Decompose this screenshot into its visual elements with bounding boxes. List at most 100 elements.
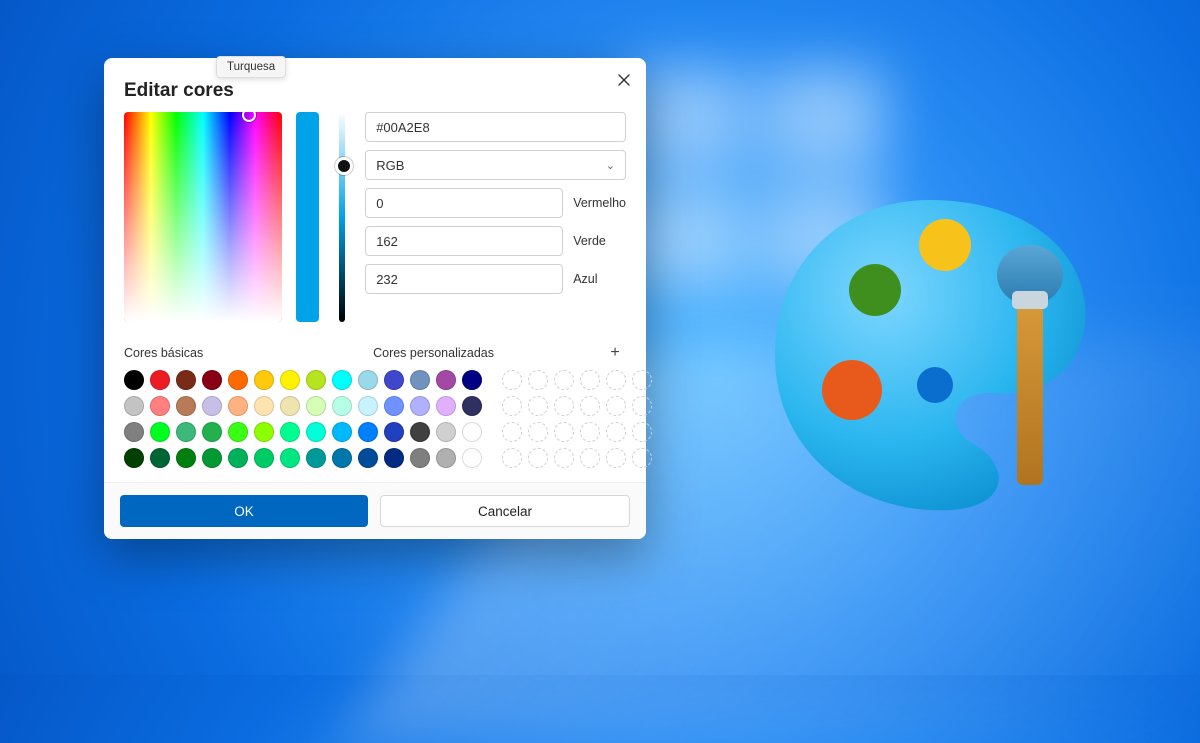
basic-color-swatch[interactable] (254, 422, 274, 442)
custom-color-slot[interactable] (502, 396, 522, 416)
color-tooltip: Turquesa (216, 56, 286, 78)
basic-color-swatch[interactable] (358, 448, 378, 468)
basic-color-swatch[interactable] (280, 396, 300, 416)
basic-color-swatch[interactable] (176, 370, 196, 390)
basic-color-swatch[interactable] (254, 448, 274, 468)
custom-color-slot[interactable] (606, 396, 626, 416)
custom-color-slot[interactable] (606, 370, 626, 390)
lightness-thumb[interactable] (335, 157, 353, 175)
basic-color-swatch[interactable] (150, 370, 170, 390)
basic-color-swatch[interactable] (306, 448, 326, 468)
custom-colors-grid (502, 370, 652, 468)
lightness-slider[interactable] (339, 112, 346, 322)
red-input[interactable] (365, 188, 563, 218)
basic-color-swatch[interactable] (462, 396, 482, 416)
custom-color-slot[interactable] (606, 448, 626, 468)
basic-color-swatch[interactable] (202, 422, 222, 442)
custom-colors-label: Cores personalizadas (373, 346, 494, 360)
basic-color-swatch[interactable] (358, 422, 378, 442)
basic-color-swatch[interactable] (202, 396, 222, 416)
basic-color-swatch[interactable] (176, 422, 196, 442)
basic-color-swatch[interactable] (150, 448, 170, 468)
custom-color-slot[interactable] (502, 422, 522, 442)
color-mode-value: RGB (376, 158, 404, 173)
custom-color-slot[interactable] (632, 448, 652, 468)
custom-color-slot[interactable] (632, 370, 652, 390)
basic-color-swatch[interactable] (462, 370, 482, 390)
basic-color-swatch[interactable] (124, 448, 144, 468)
custom-color-slot[interactable] (554, 448, 574, 468)
custom-color-slot[interactable] (580, 448, 600, 468)
custom-color-slot[interactable] (502, 370, 522, 390)
ok-button[interactable]: OK (120, 495, 368, 527)
basic-color-swatch[interactable] (150, 422, 170, 442)
basic-color-swatch[interactable] (306, 422, 326, 442)
basic-color-swatch[interactable] (124, 396, 144, 416)
basic-color-swatch[interactable] (436, 448, 456, 468)
basic-color-swatch[interactable] (410, 422, 430, 442)
chevron-down-icon: ⌄ (606, 159, 615, 172)
basic-color-swatch[interactable] (384, 396, 404, 416)
basic-color-swatch[interactable] (358, 370, 378, 390)
basic-color-swatch[interactable] (150, 396, 170, 416)
basic-color-swatch[interactable] (410, 448, 430, 468)
custom-color-slot[interactable] (502, 448, 522, 468)
basic-color-swatch[interactable] (176, 448, 196, 468)
hex-input[interactable] (365, 112, 626, 142)
custom-color-slot[interactable] (632, 422, 652, 442)
custom-color-slot[interactable] (528, 422, 548, 442)
basic-color-swatch[interactable] (124, 422, 144, 442)
basic-color-swatch[interactable] (202, 370, 222, 390)
basic-color-swatch[interactable] (436, 370, 456, 390)
custom-color-slot[interactable] (580, 422, 600, 442)
custom-color-slot[interactable] (632, 396, 652, 416)
green-label: Verde (573, 234, 606, 248)
custom-color-slot[interactable] (580, 370, 600, 390)
basic-color-swatch[interactable] (384, 422, 404, 442)
basic-color-swatch[interactable] (410, 396, 430, 416)
basic-color-swatch[interactable] (176, 396, 196, 416)
basic-color-swatch[interactable] (332, 448, 352, 468)
basic-color-swatch[interactable] (228, 396, 248, 416)
basic-color-swatch[interactable] (436, 396, 456, 416)
basic-color-swatch[interactable] (124, 370, 144, 390)
basic-color-swatch[interactable] (436, 422, 456, 442)
custom-color-slot[interactable] (554, 396, 574, 416)
custom-color-slot[interactable] (528, 448, 548, 468)
basic-color-swatch[interactable] (280, 422, 300, 442)
basic-color-swatch[interactable] (228, 370, 248, 390)
basic-color-swatch[interactable] (306, 396, 326, 416)
custom-color-slot[interactable] (554, 422, 574, 442)
basic-color-swatch[interactable] (462, 422, 482, 442)
basic-color-swatch[interactable] (332, 396, 352, 416)
cancel-button[interactable]: Cancelar (380, 495, 630, 527)
basic-color-swatch[interactable] (254, 370, 274, 390)
basic-color-swatch[interactable] (384, 370, 404, 390)
basic-color-swatch[interactable] (280, 448, 300, 468)
basic-color-swatch[interactable] (228, 448, 248, 468)
custom-color-slot[interactable] (528, 370, 548, 390)
basic-color-swatch[interactable] (202, 448, 222, 468)
close-icon (618, 74, 630, 86)
custom-color-slot[interactable] (606, 422, 626, 442)
basic-color-swatch[interactable] (410, 370, 430, 390)
basic-color-swatch[interactable] (358, 396, 378, 416)
close-button[interactable] (610, 66, 638, 94)
color-gradient-picker[interactable] (124, 112, 282, 322)
basic-color-swatch[interactable] (384, 448, 404, 468)
basic-color-swatch[interactable] (254, 396, 274, 416)
add-custom-color-button[interactable]: + (604, 342, 626, 364)
custom-color-slot[interactable] (528, 396, 548, 416)
basic-color-swatch[interactable] (228, 422, 248, 442)
custom-color-slot[interactable] (580, 396, 600, 416)
basic-color-swatch[interactable] (280, 370, 300, 390)
basic-color-swatch[interactable] (332, 370, 352, 390)
basic-color-swatch[interactable] (462, 448, 482, 468)
color-mode-select[interactable]: RGB ⌄ (365, 150, 626, 180)
basic-color-swatch[interactable] (332, 422, 352, 442)
green-input[interactable] (365, 226, 563, 256)
basic-color-swatch[interactable] (306, 370, 326, 390)
basic-colors-grid (124, 370, 482, 468)
blue-input[interactable] (365, 264, 563, 294)
custom-color-slot[interactable] (554, 370, 574, 390)
